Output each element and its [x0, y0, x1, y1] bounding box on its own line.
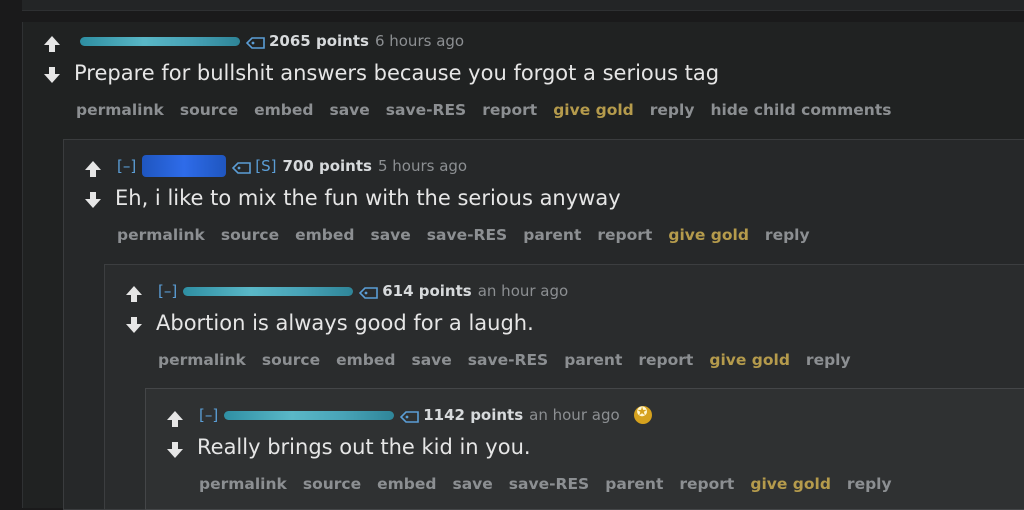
reply-link[interactable]: reply: [765, 226, 810, 244]
downvote-arrow-icon[interactable]: [83, 190, 103, 210]
timestamp: 5 hours ago: [377, 157, 468, 175]
points: 700 points: [282, 157, 372, 175]
collapse-toggle[interactable]: [–]: [158, 282, 177, 300]
gold-award-icon: [633, 405, 652, 424]
parent-link[interactable]: parent: [523, 226, 581, 244]
give-gold-link[interactable]: give gold: [668, 226, 749, 244]
downvote-arrow-icon[interactable]: [165, 440, 185, 460]
collapse-toggle[interactable]: [–]: [117, 157, 136, 175]
report-link[interactable]: report: [482, 101, 537, 119]
report-link[interactable]: report: [638, 351, 693, 369]
reply-link[interactable]: reply: [650, 101, 695, 119]
upvote-arrow-icon[interactable]: [165, 409, 185, 429]
downvote-arrow-icon[interactable]: [42, 65, 62, 85]
upvote-arrow-icon[interactable]: [42, 34, 62, 54]
author-username[interactable]: [80, 36, 240, 46]
author-username[interactable]: [142, 155, 227, 177]
user-tag-icon[interactable]: [245, 35, 266, 49]
save-link[interactable]: save: [370, 226, 410, 244]
permalink-link[interactable]: permalink: [158, 351, 246, 369]
give-gold-link[interactable]: give gold: [709, 351, 790, 369]
comment-buttons: permalink source embed save save-RES rep…: [76, 101, 907, 119]
save-link[interactable]: save: [452, 475, 492, 493]
comment-buttons: permalink source embed save save-RES par…: [199, 475, 908, 493]
points: 2065 points: [269, 32, 369, 50]
author-username[interactable]: [183, 286, 354, 296]
permalink-link[interactable]: permalink: [199, 475, 287, 493]
downvote-arrow-icon[interactable]: [124, 315, 144, 335]
save-res-link[interactable]: save-RES: [386, 101, 466, 119]
user-tag-icon[interactable]: [232, 160, 252, 174]
reply-link[interactable]: reply: [847, 475, 892, 493]
top-bar: [22, 0, 1024, 11]
comment-body: Eh, i like to mix the fun with the serio…: [115, 186, 621, 210]
source-link[interactable]: source: [303, 475, 361, 493]
comment-tagline: [–] 614 points an hour ago: [158, 280, 568, 302]
report-link[interactable]: report: [597, 226, 652, 244]
give-gold-link[interactable]: give gold: [553, 101, 634, 119]
comment-buttons: permalink source embed save save-RES par…: [158, 351, 867, 369]
source-link[interactable]: source: [180, 101, 238, 119]
embed-link[interactable]: embed: [295, 226, 354, 244]
timestamp: an hour ago: [529, 406, 620, 424]
reply-link[interactable]: reply: [806, 351, 851, 369]
parent-link[interactable]: parent: [605, 475, 663, 493]
source-link[interactable]: source: [262, 351, 320, 369]
give-gold-link[interactable]: give gold: [750, 475, 831, 493]
timestamp: 6 hours ago: [374, 32, 465, 50]
comment-tagline: [–] 1142 points an hour ago: [199, 404, 652, 426]
hide-child-comments-link[interactable]: hide child comments: [710, 101, 891, 119]
save-link[interactable]: save: [329, 101, 369, 119]
source-link[interactable]: source: [221, 226, 279, 244]
embed-link[interactable]: embed: [377, 475, 436, 493]
embed-link[interactable]: embed: [254, 101, 313, 119]
timestamp: an hour ago: [477, 282, 569, 300]
author-username[interactable]: [224, 410, 395, 420]
submitter-flair[interactable]: [S]: [255, 157, 276, 175]
comment-body: Abortion is always good for a laugh.: [156, 311, 534, 335]
save-res-link[interactable]: save-RES: [468, 351, 548, 369]
permalink-link[interactable]: permalink: [117, 226, 205, 244]
comment-buttons: permalink source embed save save-RES par…: [117, 226, 826, 244]
upvote-arrow-icon[interactable]: [83, 159, 103, 179]
save-res-link[interactable]: save-RES: [427, 226, 507, 244]
comment-tagline: [–] [S] 700 points 5 hours ago: [117, 155, 467, 177]
comment-tagline: 2065 points 6 hours ago: [80, 30, 464, 52]
embed-link[interactable]: embed: [336, 351, 395, 369]
user-tag-icon[interactable]: [400, 409, 420, 423]
user-tag-icon[interactable]: [359, 285, 379, 299]
parent-link[interactable]: parent: [564, 351, 622, 369]
points: 614 points: [382, 282, 472, 300]
comment-body: Really brings out the kid in you.: [197, 435, 531, 459]
collapse-toggle[interactable]: [–]: [199, 406, 218, 424]
save-link[interactable]: save: [411, 351, 451, 369]
upvote-arrow-icon[interactable]: [124, 284, 144, 304]
points: 1142 points: [423, 406, 524, 424]
save-res-link[interactable]: save-RES: [509, 475, 589, 493]
comment-body: Prepare for bullshit answers because you…: [74, 61, 720, 85]
permalink-link[interactable]: permalink: [76, 101, 164, 119]
report-link[interactable]: report: [679, 475, 734, 493]
